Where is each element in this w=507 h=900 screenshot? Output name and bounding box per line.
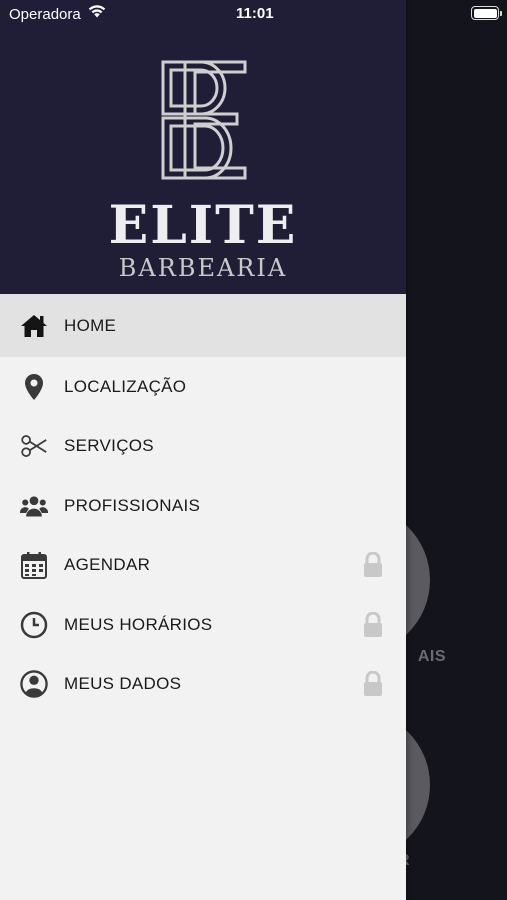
menu-item-profissionais[interactable]: PROFISSIONAIS: [0, 476, 406, 536]
menu-item-label: MEUS HORÁRIOS: [64, 614, 213, 634]
clock-icon: [20, 611, 48, 639]
status-time: 11:01: [236, 5, 274, 22]
drawer-menu: HOME LOCALIZAÇÃO SERVIÇOS PROFISSIONAIS …: [0, 294, 406, 714]
menu-item-home[interactable]: HOME: [0, 294, 406, 357]
menu-item-label: SERVIÇOS: [64, 436, 154, 456]
lock-icon: [362, 611, 384, 638]
menu-item-label: HOME: [64, 315, 117, 335]
scissors-icon: [20, 432, 48, 460]
battery-icon: [471, 6, 499, 20]
battery-tip: [500, 11, 502, 16]
menu-item-meus-dados[interactable]: MEUS DADOS: [0, 655, 406, 715]
menu-item-label: AGENDAR: [64, 555, 151, 575]
brand-title: ELITE: [108, 195, 298, 256]
brand-logo-icon: [0, 58, 406, 182]
menu-item-servicos[interactable]: SERVIÇOS: [0, 417, 406, 477]
status-bar: Operadora 11:01: [0, 0, 507, 28]
menu-item-agendar[interactable]: AGENDAR: [0, 536, 406, 596]
drawer-header: ELITE BARBEARIA: [0, 0, 406, 294]
home-icon: [20, 312, 48, 340]
carrier-name: Operadora: [9, 6, 81, 23]
brand-subtitle: BARBEARIA: [118, 254, 288, 282]
calendar-icon: [20, 551, 48, 580]
menu-item-meus-horarios[interactable]: MEUS HORÁRIOS: [0, 595, 406, 655]
menu-item-localizacao[interactable]: LOCALIZAÇÃO: [0, 357, 406, 417]
side-drawer: ELITE BARBEARIA HOME LOCALIZAÇÃO SERVIÇO…: [0, 0, 406, 900]
lock-icon: [362, 670, 384, 697]
wifi-icon: [88, 4, 106, 22]
user-circle-icon: [20, 670, 48, 699]
lock-icon: [362, 551, 384, 578]
users-icon: [20, 492, 48, 520]
menu-item-label: PROFISSIONAIS: [64, 495, 201, 515]
map-pin-icon: [20, 373, 48, 401]
menu-item-label: LOCALIZAÇÃO: [64, 376, 187, 396]
menu-item-label: MEUS DADOS: [64, 674, 182, 694]
